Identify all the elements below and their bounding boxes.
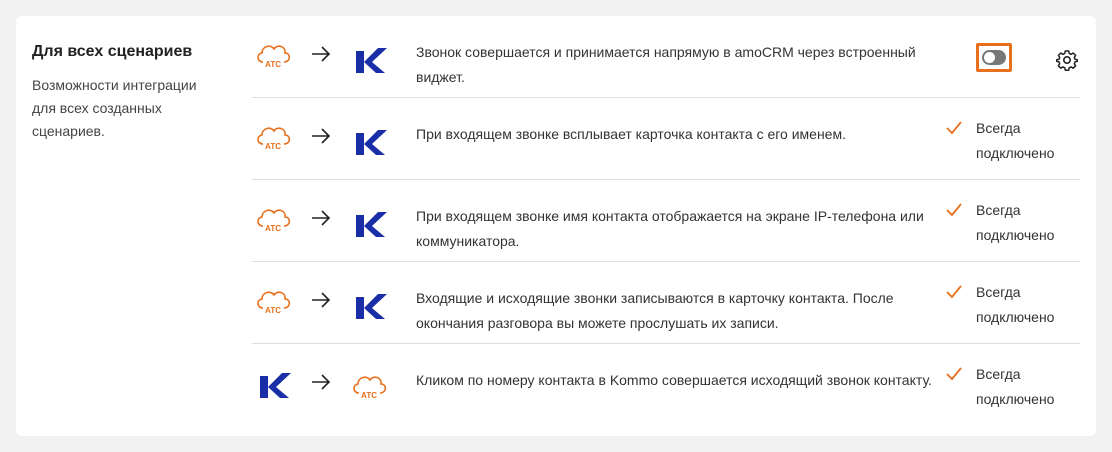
status-line-1: Всегда: [976, 366, 1021, 382]
scenario-row: АТС При входящем звонке имя контакта отоб…: [252, 180, 1080, 262]
arrow-right-icon: [310, 371, 332, 393]
status-line-2: подключено: [976, 145, 1055, 161]
arrow-right-icon: [310, 125, 332, 147]
section-description: Возможности интеграции для всех созданны…: [32, 77, 197, 139]
always-connected-status: Всегда подключено: [946, 280, 1076, 330]
status-label: Всегда подключено: [976, 198, 1076, 248]
scenario-description: Звонок совершается и принимается напряму…: [416, 44, 916, 85]
arrow-right-icon: [310, 207, 332, 229]
always-connected-status: Всегда подключено: [946, 198, 1076, 248]
svg-text:АТС: АТС: [265, 306, 281, 315]
cloud-pbx-icon: АТС: [254, 122, 292, 156]
scenario-description: Входящие и исходящие звонки записываются…: [416, 290, 894, 331]
arrow-right-icon: [310, 43, 332, 65]
checkmark-icon: [946, 120, 962, 136]
cloud-pbx-icon: АТС: [350, 371, 388, 405]
status-line-1: Всегда: [976, 120, 1021, 136]
svg-text:АТС: АТС: [265, 142, 281, 151]
status-line-1: Всегда: [976, 202, 1021, 218]
kommo-k-icon: [350, 207, 388, 241]
status-line-1: Всегда: [976, 284, 1021, 300]
scenario-row: АТС Кликом по номеру контакта в Kommo сов…: [252, 344, 1080, 425]
svg-text:АТС: АТС: [265, 60, 281, 69]
status-label: Всегда подключено: [976, 362, 1076, 412]
scenario-description: Кликом по номеру контакта в Kommo соверш…: [416, 372, 932, 388]
kommo-k-icon: [350, 289, 388, 323]
scenario-list: АТС Звонок совершается и принимается напр…: [252, 16, 1080, 425]
scenario-row: АТС Звонок совершается и принимается напр…: [252, 16, 1080, 98]
checkmark-icon: [946, 366, 962, 382]
scenario-description: При входящем звонке имя контакта отображ…: [416, 208, 924, 249]
integration-card: Для всех сценариев Возможности интеграци…: [16, 16, 1096, 436]
scenario-description: При входящем звонке всплывает карточка к…: [416, 126, 846, 142]
svg-text:АТС: АТС: [265, 224, 281, 233]
section-title: Для всех сценариев: [32, 43, 193, 60]
checkmark-icon: [946, 284, 962, 300]
widget-toggle-switch[interactable]: [976, 43, 1012, 72]
status-line-2: подключено: [976, 227, 1055, 243]
gear-icon[interactable]: [1055, 49, 1079, 71]
cloud-pbx-icon: АТС: [254, 286, 292, 320]
checkmark-icon: [946, 202, 962, 218]
scenario-row: АТС Входящие и исходящие звонки записываю…: [252, 262, 1080, 344]
kommo-k-icon: [350, 43, 388, 77]
status-line-2: подключено: [976, 309, 1055, 325]
always-connected-status: Всегда подключено: [946, 362, 1076, 412]
status-line-2: подключено: [976, 391, 1055, 407]
status-label: Всегда подключено: [976, 116, 1076, 166]
kommo-k-icon: [350, 125, 388, 159]
kommo-k-icon: [254, 368, 292, 402]
svg-text:АТС: АТС: [361, 391, 377, 400]
cloud-pbx-icon: АТС: [254, 204, 292, 238]
toggle-knob: [984, 52, 995, 63]
arrow-right-icon: [310, 289, 332, 311]
toggle-track: [982, 50, 1006, 65]
scenario-row: АТС При входящем звонке всплывает карточк…: [252, 98, 1080, 180]
status-label: Всегда подключено: [976, 280, 1076, 330]
always-connected-status: Всегда подключено: [946, 116, 1076, 166]
section-header: Для всех сценариев Возможности интеграци…: [32, 42, 232, 143]
cloud-pbx-icon: АТС: [254, 40, 292, 74]
